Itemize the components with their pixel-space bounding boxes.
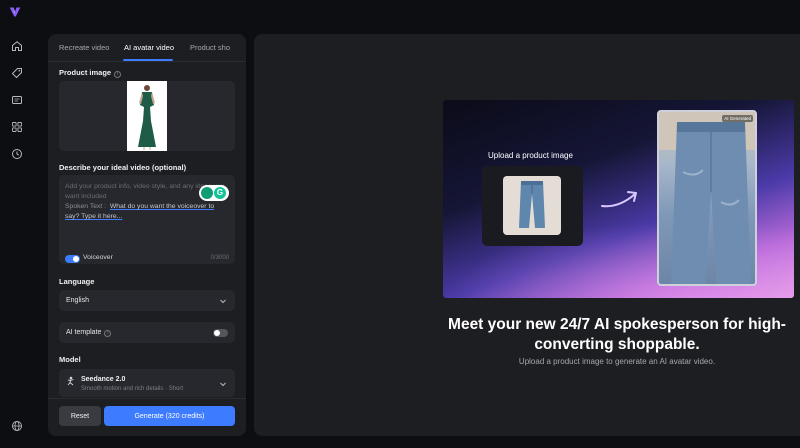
product-image-dropzone[interactable] — [59, 81, 235, 151]
ai-template-row: AI template i — [59, 322, 235, 343]
tab-product-showcase[interactable]: Product sho — [190, 43, 230, 52]
preview-subline: Upload a product image to generate an AI… — [518, 357, 716, 366]
history-clock-icon[interactable] — [11, 148, 23, 160]
character-counter: 0/3000 — [210, 255, 229, 261]
seedance-model-icon — [67, 376, 74, 386]
model-description: Smooth motion and rich details · Short — [81, 386, 184, 392]
jeans-product-image — [503, 176, 561, 235]
tab-recreate-video[interactable]: Recreate video — [59, 43, 109, 52]
left-rail — [0, 0, 34, 448]
language-select[interactable]: English — [59, 290, 235, 311]
grammarly-widget[interactable]: G — [199, 185, 229, 201]
upload-product-label: Upload a product image — [488, 151, 573, 160]
chevron-down-icon — [220, 299, 226, 304]
grammarly-status-icon — [201, 187, 213, 199]
voiceover-toggle[interactable] — [65, 255, 80, 263]
apps-grid-icon[interactable] — [11, 121, 23, 133]
globe-icon[interactable] — [11, 420, 23, 432]
preview-panel: Upload a product image AI Generated Meet… — [254, 34, 800, 436]
ai-template-label: AI template i — [66, 329, 112, 337]
model-select[interactable]: Seedance 2.0 Smooth motion and rich deta… — [59, 369, 235, 397]
voiceover-label: Voiceover — [83, 254, 113, 261]
tag-icon[interactable] — [11, 67, 23, 79]
generate-button[interactable]: Generate (320 credits) — [104, 406, 235, 426]
ai-template-toggle[interactable] — [213, 329, 228, 337]
ai-generated-badge: AI Generated — [722, 115, 753, 122]
grammarly-g-icon: G — [214, 187, 226, 199]
app-logo[interactable] — [9, 6, 25, 20]
arrow-right-icon — [601, 191, 637, 208]
info-icon[interactable]: i — [104, 330, 112, 337]
describe-video-label: Describe your ideal video (optional) — [59, 163, 187, 172]
reset-button[interactable]: Reset — [59, 406, 101, 426]
product-image-thumbnail[interactable] — [127, 81, 167, 151]
panel-footer: Reset Generate (320 credits) — [48, 398, 246, 436]
preview-headline: Meet your new 24/7 AI spokesperson for h… — [448, 316, 786, 353]
mode-tabs: Recreate video AI avatar video Product s… — [48, 34, 246, 62]
home-icon[interactable] — [11, 40, 23, 52]
video-badge-icon[interactable] — [11, 94, 23, 106]
chevron-down-icon — [220, 382, 226, 387]
ai-generated-video-preview: AI Generated — [657, 110, 757, 286]
model-label: Model — [59, 355, 81, 364]
active-tab-indicator — [123, 59, 173, 61]
tab-ai-avatar-video[interactable]: AI avatar video — [124, 43, 174, 52]
generator-panel: Recreate video AI avatar video Product s… — [48, 34, 246, 436]
upload-example-card — [482, 166, 583, 246]
info-icon[interactable]: i — [114, 71, 122, 78]
language-label: Language — [59, 277, 95, 286]
product-image-label: Product image i — [59, 68, 122, 78]
hero-banner: Upload a product image AI Generated — [443, 100, 794, 298]
model-name: Seedance 2.0 — [81, 376, 126, 383]
describe-video-textarea[interactable]: Add your product info, video style, and … — [59, 175, 235, 264]
